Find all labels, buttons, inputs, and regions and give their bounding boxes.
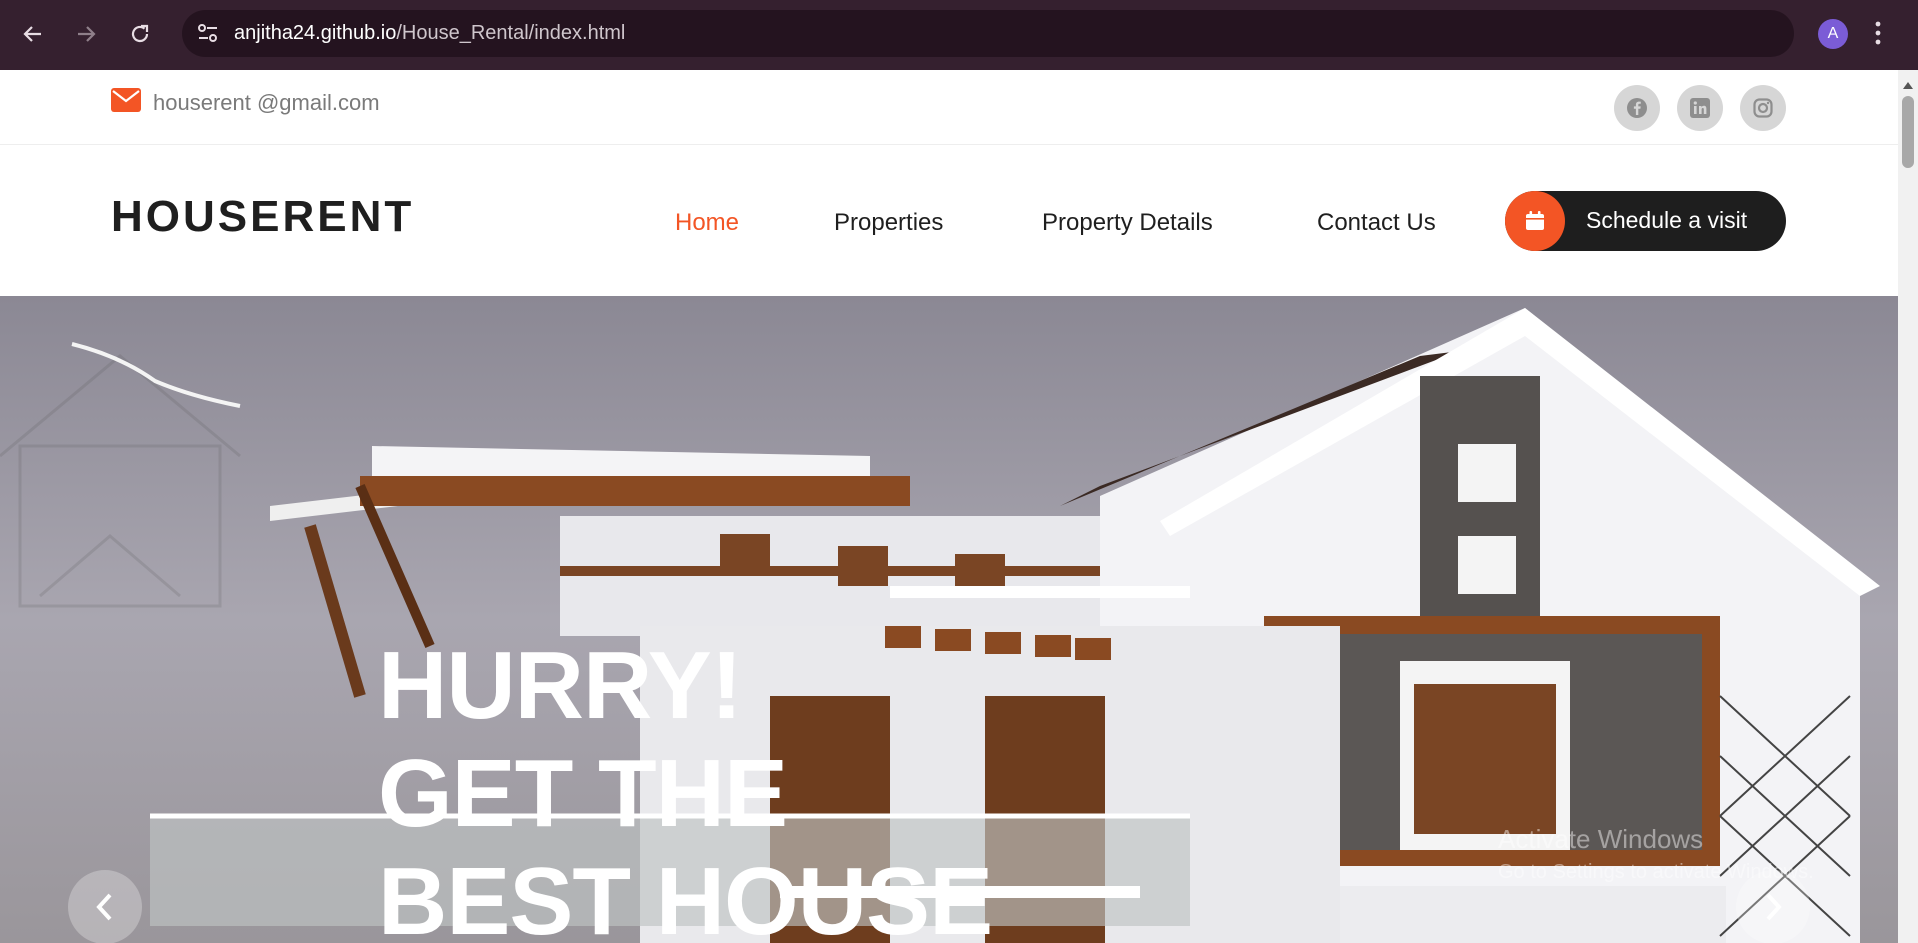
windows-activation-watermark: Activate Windows Go to Settings to activ…: [1498, 824, 1814, 884]
hero-line-1: HURRY!: [378, 632, 743, 739]
scrollbar-thumb[interactable]: [1902, 96, 1914, 168]
envelope-icon: [111, 88, 141, 116]
hero-banner: HURRY! GET THE BEST HOUSE Activate Windo…: [0, 296, 1898, 943]
chevron-right-icon: [1766, 893, 1782, 921]
watermark-title: Activate Windows: [1498, 824, 1704, 854]
kebab-menu-icon[interactable]: [1874, 18, 1882, 52]
top-contact-bar: houserent @gmail.com: [0, 70, 1898, 145]
scroll-up-icon[interactable]: [1903, 74, 1913, 93]
linkedin-icon: [1690, 98, 1710, 118]
site-header: HOUSERENT Home Properties Property Detai…: [0, 146, 1898, 296]
nav-contact-us[interactable]: Contact Us: [1317, 209, 1436, 237]
watermark-subtitle: Go to Settings to activate Windows.: [1498, 861, 1814, 883]
facebook-icon: [1627, 98, 1647, 118]
schedule-visit-button[interactable]: Schedule a visit: [1505, 191, 1786, 251]
facebook-link[interactable]: [1614, 85, 1660, 131]
hero-headline: HURRY! GET THE BEST HOUSE: [378, 632, 993, 943]
contact-email[interactable]: houserent @gmail.com: [153, 90, 380, 116]
instagram-link[interactable]: [1740, 85, 1786, 131]
forward-button[interactable]: [68, 16, 104, 52]
site-settings-icon[interactable]: [196, 22, 220, 48]
browser-toolbar: anjitha24.github.io/House_Rental/index.h…: [0, 0, 1918, 70]
profile-avatar[interactable]: A: [1818, 19, 1848, 49]
instagram-icon: [1753, 98, 1773, 118]
site-logo[interactable]: HOUSERENT: [111, 192, 414, 242]
hero-line-2: GET THE: [378, 740, 788, 847]
nav-property-details[interactable]: Property Details: [1042, 209, 1213, 237]
nav-properties[interactable]: Properties: [834, 209, 943, 237]
arrow-left-icon: [23, 26, 41, 42]
hero-line-3: BEST HOUSE: [378, 848, 993, 943]
calendar-icon: [1505, 191, 1565, 251]
address-bar[interactable]: anjitha24.github.io/House_Rental/index.h…: [182, 10, 1794, 57]
carousel-prev-button[interactable]: [68, 870, 142, 943]
page-viewport: houserent @gmail.com HOUSERENT Home Prop…: [0, 70, 1898, 943]
url-text[interactable]: anjitha24.github.io/House_Rental/index.h…: [234, 22, 625, 45]
linkedin-link[interactable]: [1677, 85, 1723, 131]
back-button[interactable]: [15, 16, 51, 52]
url-path: /House_Rental/index.html: [396, 22, 626, 44]
reload-button[interactable]: [122, 16, 158, 52]
chevron-left-icon: [96, 893, 112, 921]
url-host: anjitha24.github.io: [234, 22, 397, 44]
nav-home[interactable]: Home: [675, 209, 739, 237]
schedule-visit-label: Schedule a visit: [1586, 207, 1748, 233]
arrow-right-icon: [78, 26, 96, 42]
reload-icon: [131, 24, 149, 43]
page-scrollbar[interactable]: [1898, 70, 1918, 943]
